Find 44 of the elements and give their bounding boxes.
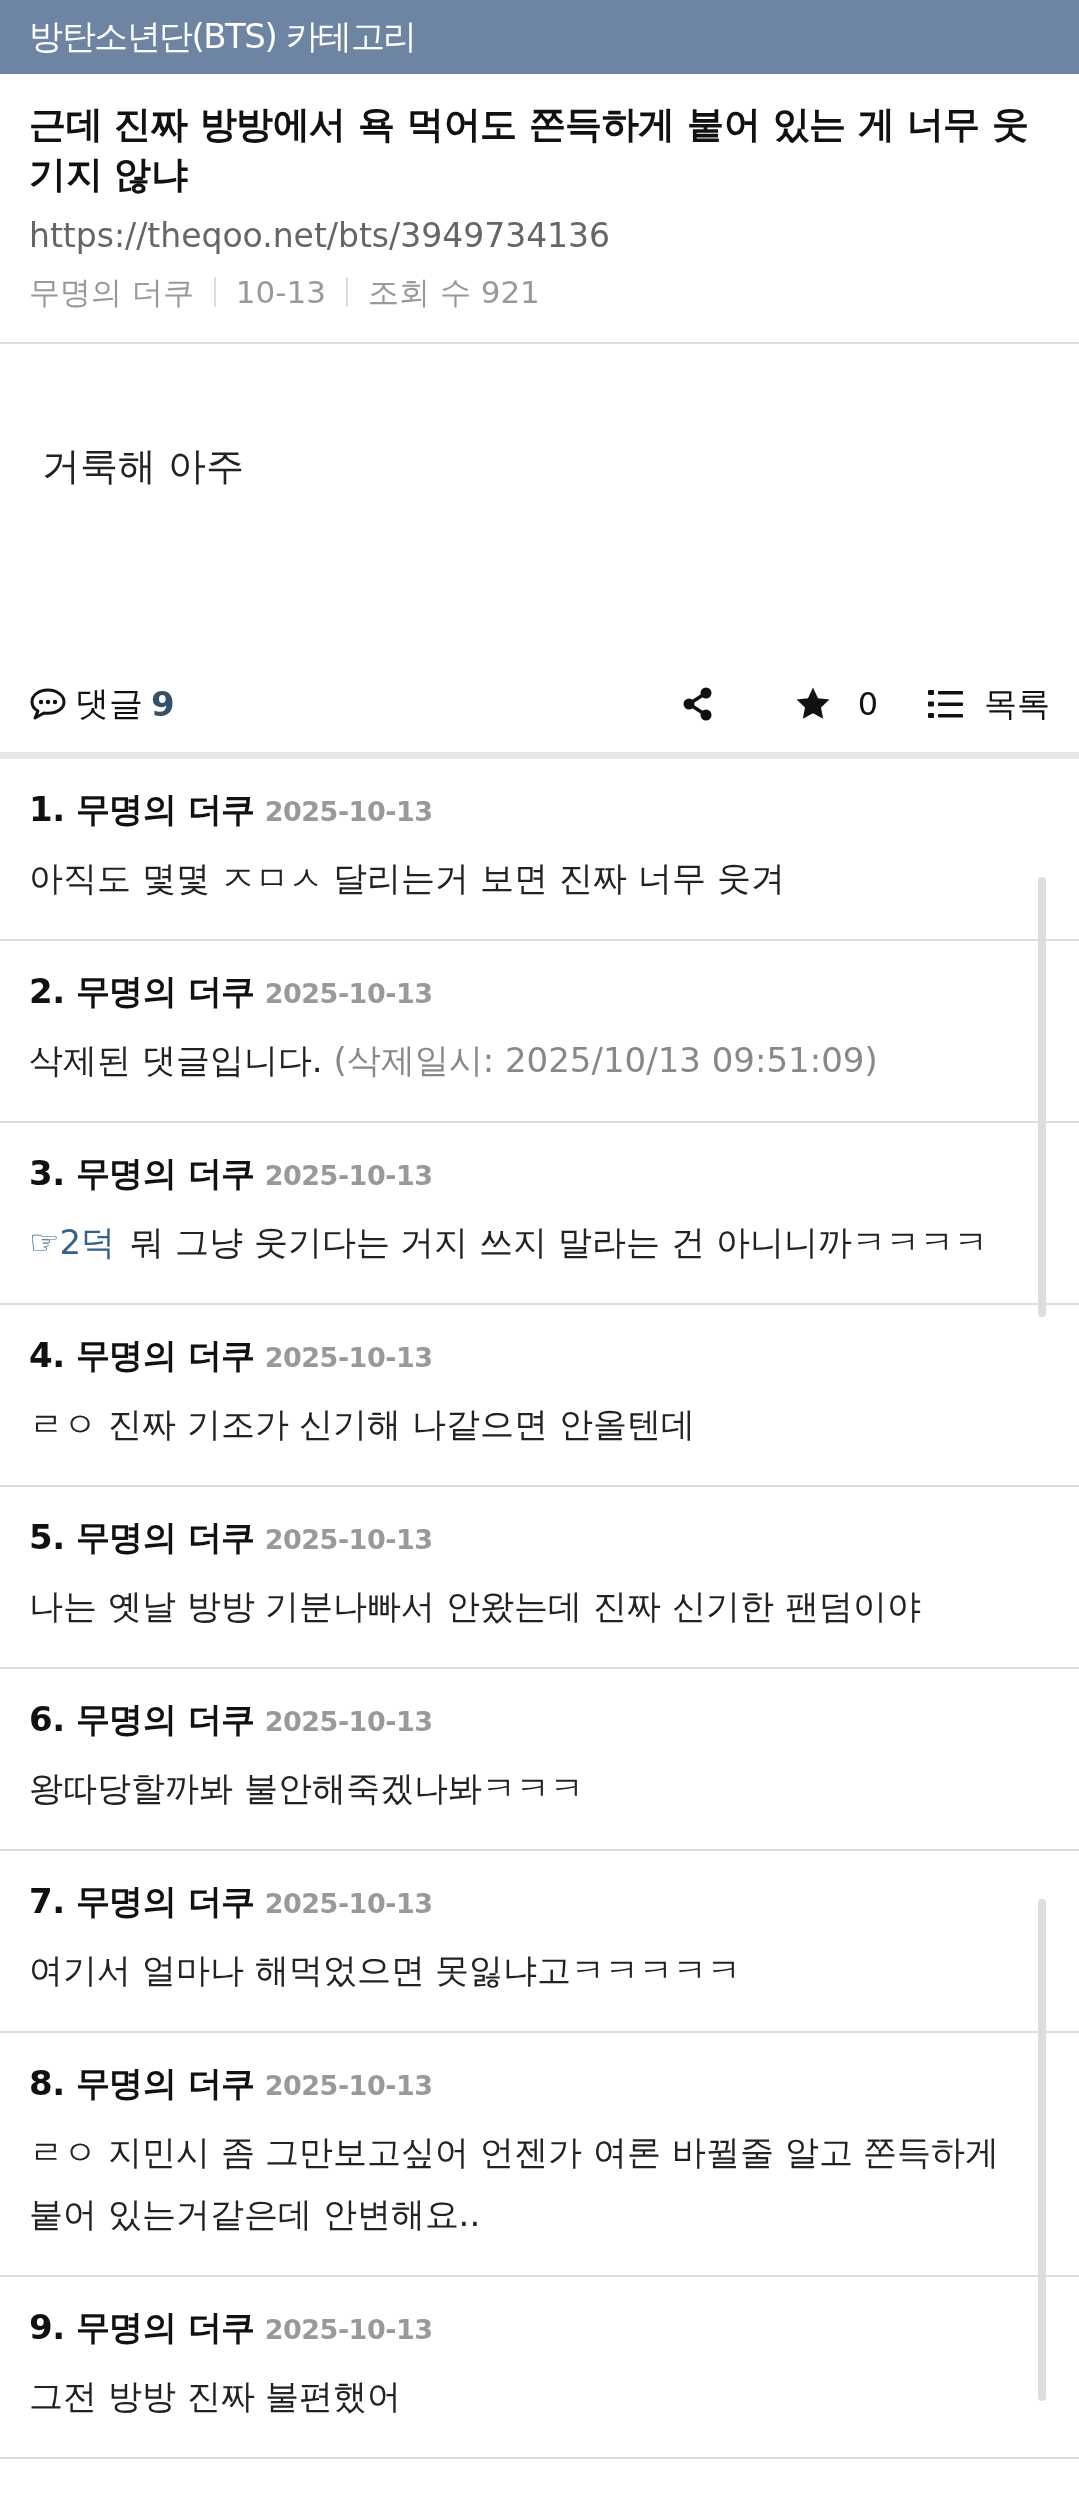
comment-date: 2025-10-13: [264, 978, 433, 1009]
comment-text: 여기서 얼마나 해먹었으면 못잃냐고ㅋㅋㅋㅋㅋ: [29, 1949, 743, 1992]
category-title: 방탄소년단(BTS) 카테고리: [29, 15, 416, 58]
comment-date: 2025-10-13: [264, 2314, 433, 2345]
comment-text: 아직도 몇몇 ㅈㅁㅅ 달리는거 보면 진짜 너무 웃겨: [29, 857, 786, 900]
comment-author: 2. 무명의 더쿠: [29, 970, 255, 1013]
author-name: 무명의 더쿠: [29, 273, 194, 312]
view-count: 조회 수 921: [367, 273, 540, 312]
post-date: 10-13: [235, 273, 326, 312]
reply-mention-link[interactable]: ☞2덕: [29, 1222, 116, 1262]
comment-count: 9: [151, 684, 175, 724]
comment-author: 1. 무명의 더쿠: [29, 788, 255, 831]
comments-label: 댓글: [75, 682, 143, 725]
list-button[interactable]: 목록: [928, 681, 1050, 727]
comment-text: 그전 방방 진짜 불편했어: [29, 2375, 403, 2418]
comment-date: 2025-10-13: [264, 1160, 433, 1191]
comment-date: 2025-10-13: [264, 1342, 433, 1373]
comment-text: ㄹㅇ 지민시 좀 그만보고싶어 언젠가 여론 바뀔줄 알고 쫀득하게 붙어 있는거같은데 안변해요..: [29, 2131, 1001, 2236]
comment-date: 2025-10-13: [264, 796, 433, 827]
comment-date: 2025-10-13: [264, 1524, 433, 1555]
star-count: 0: [857, 685, 878, 723]
post-body: 거룩해 아주: [41, 443, 246, 490]
comment-date: 2025-10-13: [264, 2070, 433, 2101]
post-url[interactable]: https://theqoo.net/bts/3949734136: [29, 212, 1050, 260]
comment-author: 8. 무명의 더쿠: [29, 2062, 255, 2105]
comment-author: 5. 무명의 더쿠: [29, 1516, 255, 1559]
comment-text: 뭐 그냥 웃기다는 거지 쓰지 말라는 건 아니니까ㅋㅋㅋㅋ: [129, 1222, 988, 1262]
comment-text: ㄹㅇ 진짜 기조가 신기해 나같으면 안올텐데: [29, 1403, 697, 1446]
comment-text: 왕따당할까봐 불안해죽겠나봐ㅋㅋㅋ: [29, 1767, 585, 1810]
share-icon[interactable]: [681, 687, 714, 721]
category-bar[interactable]: 방탄소년단(BTS) 카테고리: [0, 0, 1079, 74]
list-icon: [928, 689, 964, 719]
comment-author: 4. 무명의 더쿠: [29, 1334, 255, 1377]
comment-author: 9. 무명의 더쿠: [29, 2306, 255, 2349]
comment-text: 삭제된 댓글입니다.: [29, 1040, 323, 1080]
deleted-note: (삭제일시: 2025/10/13 09:51:09): [333, 1040, 878, 1080]
comment-author: 6. 무명의 더쿠: [29, 1698, 255, 1741]
comment-author: 7. 무명의 더쿠: [29, 1880, 255, 1923]
post-title: 근데 진짜 방방에서 욕 먹어도 쫀득하게 붙어 있는 게 너무 웃기지 않냐: [29, 102, 1030, 198]
comment-author: 3. 무명의 더쿠: [29, 1152, 255, 1195]
comment-date: 2025-10-13: [264, 1888, 433, 1919]
comment-text: 나는 옛날 방방 기분나빠서 안왔는데 진짜 신기한 팬덤이야: [29, 1585, 922, 1628]
speech-bubble-icon: [29, 687, 67, 721]
comment-date: 2025-10-13: [264, 1706, 433, 1737]
